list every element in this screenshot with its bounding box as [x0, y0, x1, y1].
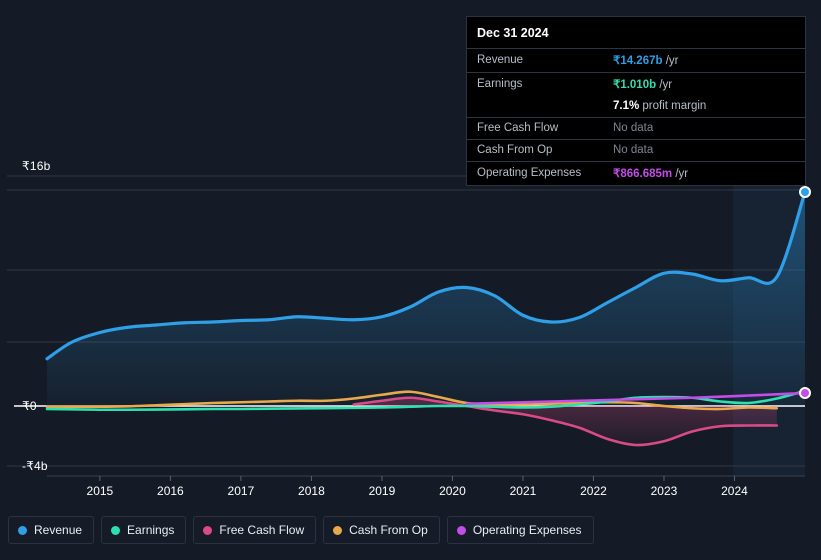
tooltip-row: 7.1% profit margin — [467, 96, 805, 118]
tooltip-row-label — [467, 96, 603, 118]
tooltip-row-value: ₹1.010b /yr — [603, 73, 805, 97]
tooltip-value-text: ₹14.267b — [613, 55, 663, 67]
tooltip-date: Dec 31 2024 — [477, 26, 549, 40]
tooltip-value-text: ₹1.010b — [613, 79, 657, 91]
x-axis-label-2019: 2019 — [368, 484, 396, 498]
legend-item-label: Operating Expenses — [472, 523, 582, 537]
tooltip-row: Cash From Op No data — [467, 139, 805, 162]
x-axis: 2015 2016 2017 2018 2019 2020 2021 2022 2023 2024 — [0, 484, 821, 502]
x-axis-label-2022: 2022 — [580, 484, 607, 498]
legend-item-free-cash-flow[interactable]: Free Cash Flow — [193, 516, 317, 544]
legend-color-dot-icon — [203, 525, 213, 535]
legend-item-earnings[interactable]: Earnings — [101, 516, 187, 544]
x-axis-label-2021: 2021 — [509, 484, 537, 498]
tooltip-row-value: No data — [603, 140, 805, 162]
legend-item-label: Earnings — [127, 523, 175, 537]
x-axis-label-2016: 2016 — [157, 484, 184, 498]
tooltip-row-label: Revenue — [477, 54, 524, 66]
x-axis-label-2017: 2017 — [227, 484, 255, 498]
tooltip-row-value: ₹14.267b /yr — [603, 49, 805, 73]
tooltip-row: Free Cash Flow No data — [467, 117, 805, 140]
tooltip-row-value: ₹866.685m /yr — [603, 162, 805, 186]
tooltip-row-value: No data — [603, 118, 805, 140]
legend-item-operating-expenses[interactable]: Operating Expenses — [446, 516, 594, 544]
tooltip-value-text: No data — [613, 122, 654, 134]
tooltip-value-text: No data — [613, 144, 654, 156]
tooltip-table: Revenue ₹14.267b /yr Earnings ₹1.010b /yr 7.… — [467, 48, 805, 185]
y-axis-label-max: ₹16b — [22, 159, 51, 173]
legend-color-dot-icon — [111, 525, 121, 535]
tooltip-row-label: Free Cash Flow — [477, 122, 559, 134]
x-axis-label-2024: 2024 — [721, 484, 748, 498]
tooltip-value-text: ₹866.685m — [613, 168, 673, 180]
legend-item-label: Revenue — [34, 523, 83, 537]
legend-item-cash-from-op[interactable]: Cash From Op — [323, 516, 440, 544]
tooltip-row: Operating Expenses ₹866.685m /yr — [467, 161, 805, 186]
legend-color-dot-icon — [333, 525, 343, 535]
x-axis-label-2018: 2018 — [298, 484, 325, 498]
tooltip-value-unit: /yr — [672, 168, 689, 180]
x-axis-label-2023: 2023 — [650, 484, 678, 498]
tooltip-row-label: Cash From Op — [477, 144, 553, 156]
profit-margin-value: 7.1% profit margin — [603, 96, 805, 118]
tooltip-row: Revenue ₹14.267b /yr — [467, 48, 805, 73]
tooltip-row-label: Operating Expenses — [477, 167, 582, 179]
profit-margin-label: profit margin — [639, 100, 707, 112]
tooltip-value-unit: /yr — [656, 79, 673, 91]
tooltip-value-unit: /yr — [662, 55, 679, 67]
legend-item-revenue[interactable]: Revenue — [8, 516, 95, 544]
tooltip-row: Earnings ₹1.010b /yr — [467, 72, 805, 97]
y-axis-label-zero: ₹0 — [22, 399, 37, 413]
legend-color-dot-icon — [456, 525, 466, 535]
tooltip-row-label: Earnings — [477, 78, 523, 90]
x-axis-label-2015: 2015 — [86, 484, 114, 498]
chart-legend: Revenue Earnings Free Cash Flow Cash From O… — [8, 516, 594, 544]
y-axis-label-min: -₹4b — [22, 459, 48, 473]
x-axis-label-2020: 2020 — [439, 484, 466, 498]
profit-margin-percent: 7.1% — [613, 100, 640, 112]
legend-item-label: Free Cash Flow — [219, 523, 305, 537]
chart-page: ₹16b ₹0 -₹4b 2015 2016 2017 2018 2019 2020 202… — [0, 0, 821, 560]
legend-color-dot-icon — [18, 525, 27, 535]
legend-item-label: Cash From Op — [349, 523, 428, 537]
data-tooltip: Dec 31 2024 Revenue ₹14.267b /yr Earnings ₹… — [466, 16, 806, 186]
